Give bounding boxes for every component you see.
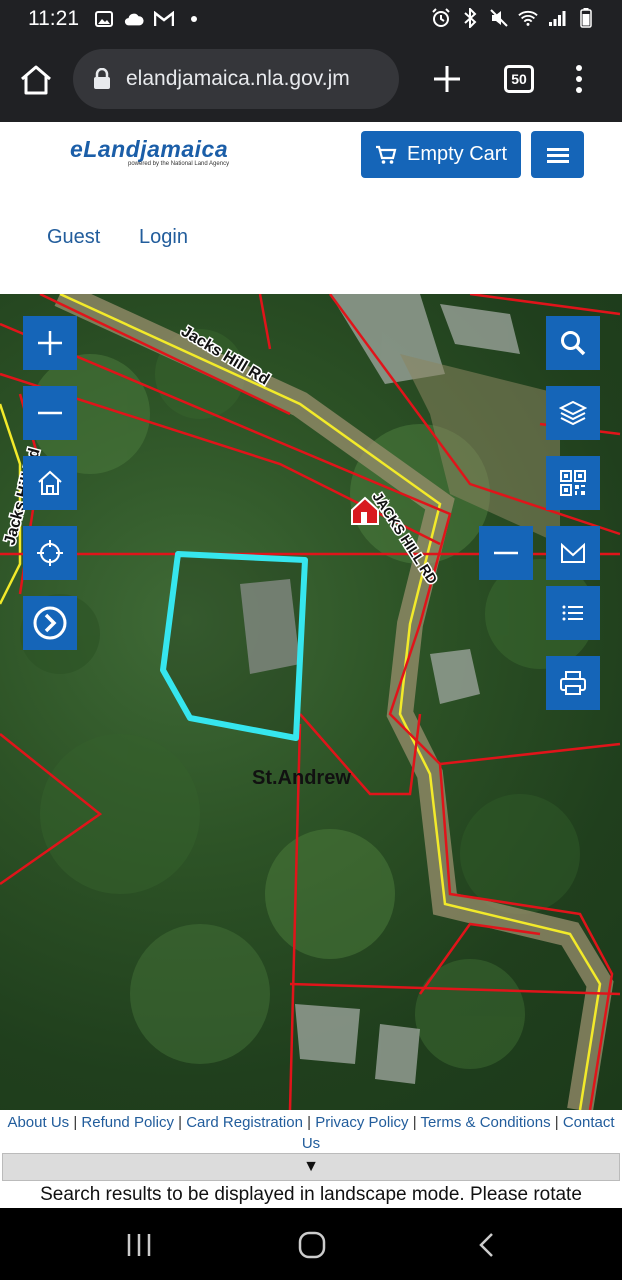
status-notification-icons bbox=[94, 9, 204, 29]
parcel-map[interactable]: Jacks Hill Rd JACKS HILL RD Jacks Hill R… bbox=[0, 294, 622, 1110]
expand-panel-button[interactable] bbox=[23, 596, 77, 650]
footer-link-card-registration[interactable]: Card Registration bbox=[186, 1114, 303, 1131]
zoom-out-button[interactable] bbox=[23, 386, 77, 440]
place-label-st-andrew: St.Andrew bbox=[252, 767, 351, 789]
dot-icon bbox=[184, 9, 204, 29]
lock-icon bbox=[93, 67, 111, 90]
recents-icon bbox=[127, 1234, 151, 1256]
battery-icon bbox=[576, 8, 596, 28]
print-icon bbox=[560, 671, 586, 695]
url-text: elandjamaica.nla.gov.jm bbox=[126, 67, 350, 90]
home-circle-icon bbox=[298, 1231, 326, 1259]
footer-separator: | bbox=[412, 1114, 421, 1131]
layers-button[interactable] bbox=[546, 386, 600, 440]
qr-code-button[interactable] bbox=[546, 456, 600, 510]
cart-icon bbox=[376, 145, 397, 164]
android-navigation-bar bbox=[0, 1208, 622, 1280]
alarm-icon bbox=[431, 8, 451, 28]
layers-icon bbox=[559, 400, 587, 426]
mail-icon bbox=[561, 542, 585, 563]
plus-icon bbox=[38, 331, 62, 355]
footer-link-about[interactable]: About Us bbox=[7, 1114, 69, 1131]
status-bar: 11:21 bbox=[0, 0, 622, 38]
list-icon bbox=[562, 605, 583, 621]
search-icon bbox=[561, 331, 586, 356]
mute-icon bbox=[489, 8, 509, 28]
home-icon bbox=[38, 470, 62, 495]
footer-link-privacy[interactable]: Privacy Policy bbox=[315, 1114, 408, 1131]
back-chevron-icon bbox=[479, 1233, 493, 1257]
address-bar[interactable]: elandjamaica.nla.gov.jm bbox=[73, 49, 399, 109]
gmail-icon bbox=[154, 9, 174, 29]
browser-toolbar: elandjamaica.nla.gov.jm 50 bbox=[0, 38, 622, 122]
footer-separator: | bbox=[554, 1114, 563, 1131]
site-footer: About Us | Refund Policy | Card Registra… bbox=[0, 1110, 622, 1208]
home-nav-button[interactable] bbox=[297, 1230, 327, 1260]
mail-button[interactable] bbox=[546, 526, 600, 580]
minus-icon bbox=[494, 551, 518, 555]
site-header: eLandjamaica powered by the National Lan… bbox=[0, 122, 622, 294]
back-nav-button[interactable] bbox=[472, 1230, 502, 1260]
print-button[interactable] bbox=[546, 656, 600, 710]
status-time: 11:21 bbox=[28, 7, 79, 30]
tab-switcher-button[interactable]: 50 bbox=[504, 65, 534, 93]
list-button[interactable] bbox=[546, 586, 600, 640]
qr-code-icon bbox=[560, 470, 586, 496]
signal-icon bbox=[547, 8, 567, 28]
map-search-button[interactable] bbox=[546, 316, 600, 370]
logo-text: eLandjamaica bbox=[70, 136, 229, 162]
results-collapse-toggle[interactable]: ▼ bbox=[2, 1153, 620, 1181]
browser-home-button[interactable] bbox=[18, 62, 54, 98]
recent-apps-button[interactable] bbox=[124, 1230, 154, 1260]
crosshair-icon bbox=[37, 540, 63, 566]
plus-icon bbox=[434, 66, 460, 92]
footer-links: About Us | Refund Policy | Card Registra… bbox=[0, 1112, 622, 1154]
cart-label: Empty Cart bbox=[407, 143, 508, 165]
rotate-notice: Search results to be displayed in landsc… bbox=[40, 1184, 582, 1205]
minus-icon bbox=[38, 411, 62, 415]
footer-separator: | bbox=[178, 1114, 187, 1131]
logo-tagline: powered by the National Land Agency bbox=[128, 161, 230, 167]
more-vert-icon bbox=[576, 65, 582, 93]
menu-toggle-button[interactable] bbox=[531, 131, 584, 178]
image-icon bbox=[94, 9, 114, 29]
empty-cart-button[interactable]: Empty Cart bbox=[361, 131, 521, 178]
bluetooth-icon bbox=[460, 8, 480, 28]
elandjamaica-logo[interactable]: eLandjamaica powered by the National Lan… bbox=[70, 136, 229, 167]
map-imagery: Jacks Hill Rd JACKS HILL RD Jacks Hill R… bbox=[0, 294, 621, 1110]
footer-link-refund[interactable]: Refund Policy bbox=[81, 1114, 174, 1131]
home-icon bbox=[21, 65, 51, 95]
chevron-right-circle-icon bbox=[33, 606, 67, 640]
collapse-toolbar-button[interactable] bbox=[479, 526, 533, 580]
map-home-button[interactable] bbox=[23, 456, 77, 510]
hamburger-icon bbox=[546, 147, 569, 163]
selected-parcel-outline bbox=[160, 551, 308, 741]
cloud-icon bbox=[124, 9, 144, 29]
footer-link-terms[interactable]: Terms & Conditions bbox=[421, 1114, 551, 1131]
zoom-in-button[interactable] bbox=[23, 316, 77, 370]
nav-guest-link[interactable]: Guest bbox=[47, 226, 100, 249]
footer-separator: | bbox=[307, 1114, 316, 1131]
new-tab-button[interactable] bbox=[430, 62, 464, 96]
nav-login-link[interactable]: Login bbox=[139, 226, 188, 249]
wifi-icon bbox=[518, 8, 538, 28]
browser-menu-button[interactable] bbox=[566, 62, 592, 96]
locate-button[interactable] bbox=[23, 526, 77, 580]
status-system-icons bbox=[431, 8, 596, 28]
